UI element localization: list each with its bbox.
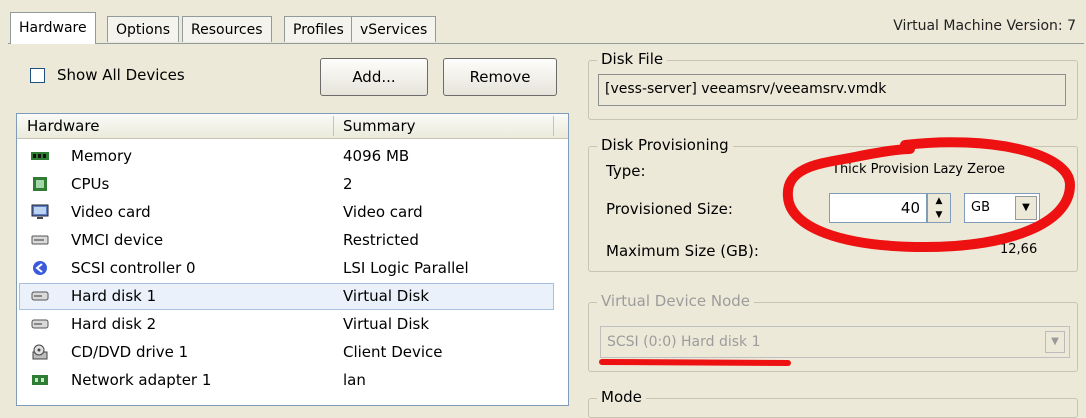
red-underline-annotation xyxy=(599,359,791,366)
column-separator xyxy=(553,116,554,136)
column-header-hardware[interactable]: Hardware xyxy=(27,117,99,135)
column-separator xyxy=(333,116,334,136)
device-summary: 4096 MB xyxy=(343,147,410,165)
device-summary: Virtual Disk xyxy=(343,287,430,305)
device-row-cpus[interactable]: CPUs 2 xyxy=(17,170,568,198)
vm-version-label: Virtual Machine Version: 7 xyxy=(893,18,1076,34)
provisioned-size-label: Provisioned Size: xyxy=(606,200,733,218)
device-summary: Video card xyxy=(343,203,423,221)
hard-disk-icon xyxy=(31,291,49,301)
device-name: CD/DVD drive 1 xyxy=(71,343,189,361)
show-all-devices-checkbox[interactable] xyxy=(30,67,45,83)
device-name: Network adapter 1 xyxy=(71,371,212,389)
tab-panel-border xyxy=(8,43,1084,44)
tab-hardware[interactable]: Hardware xyxy=(10,12,96,44)
device-name: CPUs xyxy=(71,175,110,193)
device-name: Memory xyxy=(71,147,133,165)
video-card-icon xyxy=(31,204,49,219)
show-all-devices-label: Show All Devices xyxy=(57,66,185,84)
list-header: Hardware Summary xyxy=(17,114,568,139)
hard-disk-icon xyxy=(31,319,49,329)
tab-profiles[interactable]: Profiles xyxy=(284,16,353,42)
device-name: Hard disk 2 xyxy=(71,315,157,333)
device-summary: Restricted xyxy=(343,231,419,249)
device-summary: lan xyxy=(343,371,366,389)
remove-button[interactable]: Remove xyxy=(443,58,557,96)
disk-provisioning-title: Disk Provisioning xyxy=(597,136,733,154)
network-adapter-icon xyxy=(32,375,48,385)
show-all-devices-row[interactable]: Show All Devices xyxy=(30,66,185,84)
add-button[interactable]: Add... xyxy=(320,58,428,96)
virtual-device-node-title: Virtual Device Node xyxy=(597,292,754,310)
device-row-memory[interactable]: Memory 4096 MB xyxy=(17,142,568,170)
memory-icon xyxy=(31,152,49,160)
device-name: SCSI controller 0 xyxy=(71,259,196,277)
device-name: Hard disk 1 xyxy=(71,287,157,305)
disk-file-title: Disk File xyxy=(597,50,668,68)
column-header-summary[interactable]: Summary xyxy=(343,117,416,135)
scsi-controller-icon xyxy=(33,261,47,275)
device-summary: LSI Logic Parallel xyxy=(343,259,469,277)
mode-group: Mode xyxy=(588,388,1078,418)
device-list: Hardware Summary Memory 4096 MB CPUs 2 V… xyxy=(16,113,569,406)
type-label: Type: xyxy=(606,162,646,180)
cd-dvd-icon xyxy=(32,344,48,360)
virtual-device-node-select[interactable]: SCSI (0:0) Hard disk 1 ▼ xyxy=(600,326,1070,358)
device-row-hard-disk-1[interactable]: Hard disk 1 Virtual Disk xyxy=(17,282,568,310)
device-row-vmci-device[interactable]: VMCI device Restricted xyxy=(17,226,568,254)
mode-title: Mode xyxy=(597,388,646,406)
disk-file-field[interactable]: [vess-server] veeamsrv/veeamsrv.vmdk xyxy=(598,74,1066,106)
cpu-icon xyxy=(33,177,47,191)
device-name: Video card xyxy=(71,203,151,221)
device-row-network-adapter[interactable]: Network adapter 1 lan xyxy=(17,366,568,394)
maximum-size-label: Maximum Size (GB): xyxy=(606,242,759,260)
device-summary: 2 xyxy=(343,175,353,193)
device-name: VMCI device xyxy=(71,231,164,249)
red-circle-annotation xyxy=(782,137,1076,253)
virtual-device-node-value: SCSI (0:0) Hard disk 1 xyxy=(607,334,761,350)
chevron-down-icon[interactable]: ▼ xyxy=(1045,331,1065,353)
device-summary: Client Device xyxy=(343,343,443,361)
device-row-cd-dvd-drive[interactable]: CD/DVD drive 1 Client Device xyxy=(17,338,568,366)
tab-vservices[interactable]: vServices xyxy=(351,16,437,42)
device-summary: Virtual Disk xyxy=(343,315,430,333)
tab-resources[interactable]: Resources xyxy=(182,16,272,42)
tab-options[interactable]: Options xyxy=(107,16,180,42)
vmci-device-icon xyxy=(31,235,49,245)
device-row-hard-disk-2[interactable]: Hard disk 2 Virtual Disk xyxy=(17,310,568,338)
device-row-video-card[interactable]: Video card Video card xyxy=(17,198,568,226)
device-row-scsi-controller[interactable]: SCSI controller 0 LSI Logic Parallel xyxy=(17,254,568,282)
